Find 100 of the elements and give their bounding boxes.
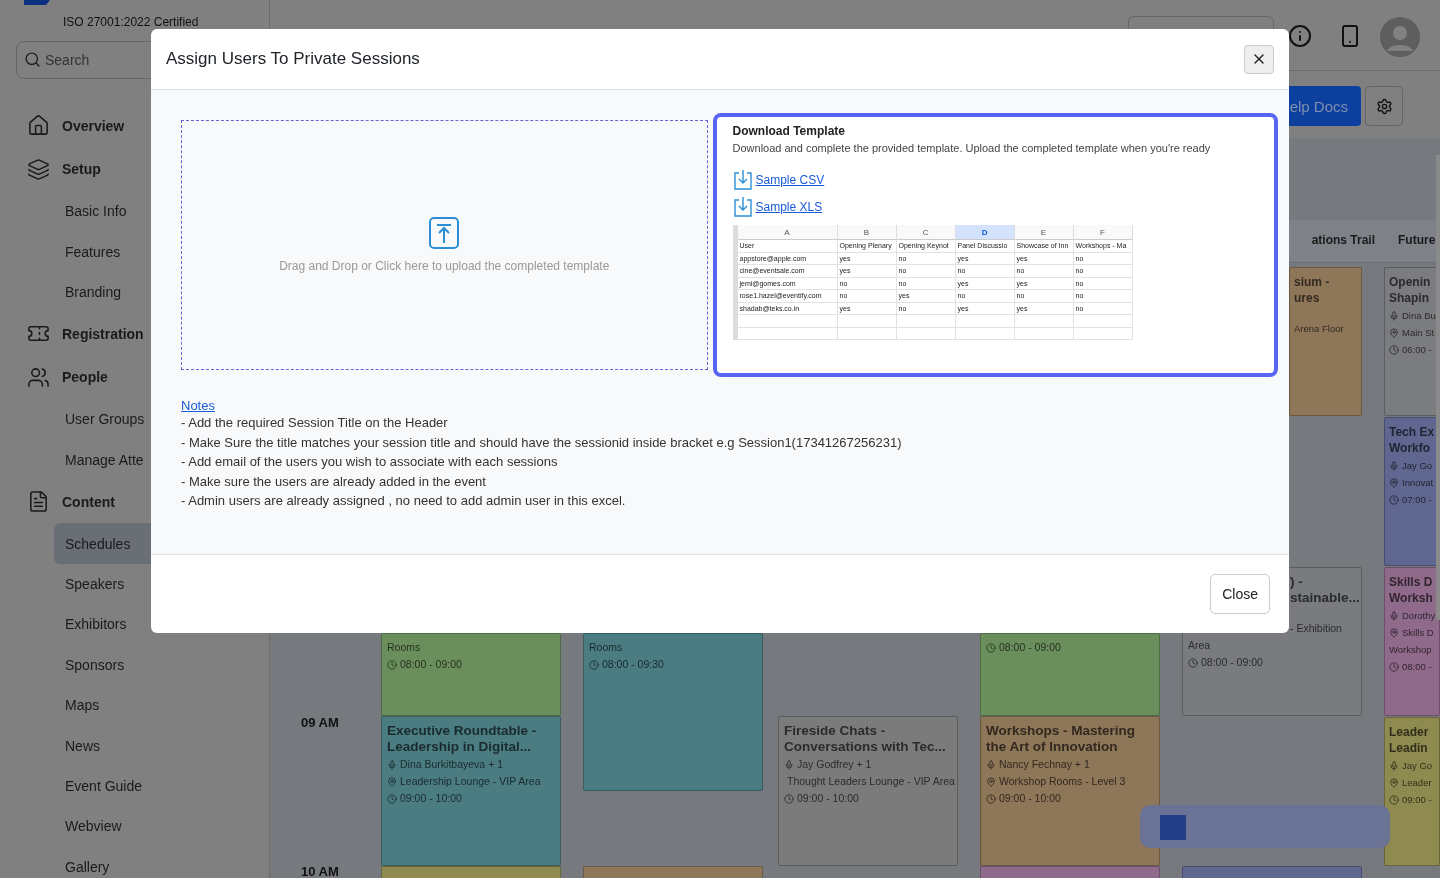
search-icon	[24, 51, 41, 68]
sample-link[interactable]: Sample XLS	[755, 199, 823, 214]
event-speaker: Jay Godfrey + 1	[784, 757, 952, 772]
nav-item[interactable]: Maps	[54, 685, 269, 726]
sample-link[interactable]: Sample CSV	[755, 172, 825, 187]
nav-label: Registration	[62, 325, 144, 342]
empty-sheet-cell	[1014, 315, 1074, 328]
event-time: 09:00 - 10:00	[387, 791, 555, 806]
event-title: Fireside Chats - Conversations with Tec...	[784, 723, 947, 755]
event-card[interactable]: Leader Leadin Jay Go Leader 09:00 -	[1384, 717, 1440, 866]
column-letter: C	[896, 225, 956, 240]
note-text: - Make sure the users are already added in the event	[181, 472, 487, 491]
vertical-scrollbar[interactable]	[1436, 155, 1440, 620]
event-title: Skills D Worksh	[1389, 574, 1434, 606]
event-card[interactable]: 08:00 - 09:00	[980, 633, 1160, 716]
clock-icon	[387, 659, 397, 670]
event-detail: Rooms	[387, 640, 422, 655]
event-speaker: Dorothy	[1389, 608, 1439, 623]
column-letter: B	[837, 225, 897, 240]
clock-icon	[986, 642, 996, 653]
event-detail: Arena Floor	[1294, 322, 1345, 336]
event-time: 08:00 -	[1389, 659, 1439, 674]
nav-item[interactable]: Sponsors	[54, 644, 269, 685]
event-title: Leader Leadin	[1389, 724, 1430, 756]
nav-item[interactable]: Event Guide	[54, 765, 269, 807]
event-card[interactable]: sium - ures Arena Floor	[1289, 267, 1362, 416]
clock-icon	[1389, 661, 1399, 672]
pin-icon	[1389, 777, 1399, 788]
event-card[interactable]: Skills D Worksh Dorothy Skills D Workshop 08:00 -	[1384, 567, 1440, 716]
event-card[interactable]: Executive Roundtable - Leadership in Digital... Dina Burkitbayeva + 1 Leadership Lounge - VIP Area 09:00 - 10:00	[381, 716, 561, 866]
empty-sheet-cell	[1073, 315, 1133, 328]
nav-item[interactable]: Webview	[54, 806, 269, 847]
close-button[interactable]	[1244, 44, 1274, 74]
clock-icon	[1389, 494, 1399, 505]
mic-icon	[1389, 460, 1399, 471]
event-card[interactable]: Fireside Chats - Conversations with Tec... Jay Godfrey + 1 Thought Leaders Lounge - VIP Area 09:00 - 10:00	[778, 716, 958, 866]
event-time: 06:00 -	[1389, 342, 1439, 357]
empty-sheet-cell	[837, 315, 897, 328]
clock-icon	[784, 793, 794, 804]
event-time: 08:00 - 09:00	[387, 657, 555, 672]
clock-icon	[1188, 657, 1198, 668]
event-time: 08:00 - 09:00	[1188, 655, 1356, 670]
event-speaker: Dina Bu	[1389, 308, 1439, 323]
note-text: - Admin users are already assigned , no need to add admin user in this excel.	[181, 492, 627, 510]
column-letter: A	[737, 225, 838, 240]
column-header: ations Trail	[1310, 233, 1375, 247]
nav-label: People	[62, 369, 108, 386]
notes-link[interactable]: Notes	[181, 398, 215, 413]
nav-icon	[27, 157, 50, 181]
time-label: 10 AM	[301, 864, 339, 878]
event-location: Innovat	[1389, 475, 1439, 490]
nav-icon	[27, 490, 50, 514]
event-time: 09:00 - 10:00	[986, 791, 1154, 806]
event-location: Leader	[1389, 775, 1439, 790]
event-time: 08:00 - 09:00	[986, 640, 1154, 655]
event-card[interactable]: Rooms 08:00 - 09:30	[583, 633, 763, 791]
event-title: Tech Ex Workfo	[1389, 424, 1436, 456]
download-icon	[732, 169, 753, 190]
column-header: Future	[1398, 233, 1437, 247]
nav-item[interactable]: Gallery	[54, 846, 269, 878]
close-button[interactable]: Close	[1210, 574, 1270, 614]
pin-icon	[387, 776, 397, 787]
upload-dropzone[interactable]: Drag and Drop or Click here to upload the completed template	[181, 120, 708, 370]
mic-icon	[784, 759, 794, 770]
template-description: Download and complete the provided template. Upload the completed template when you're ready	[732, 142, 1212, 154]
event-detail: Area	[1188, 638, 1212, 653]
mic-icon	[1389, 760, 1399, 771]
certification-text: ISO 27001:2022 Certified	[63, 15, 199, 29]
template-title: Download Template	[732, 124, 846, 138]
pin-icon	[1389, 627, 1399, 638]
event-detail: Rooms	[589, 640, 624, 655]
info-icon[interactable]	[1288, 24, 1312, 48]
download-icon	[732, 196, 753, 217]
nav-label: Content	[62, 493, 115, 510]
column-letter: F	[1073, 225, 1133, 240]
event-card[interactable]: Rooms 08:00 - 09:00	[381, 633, 561, 716]
note-text: - Add email of the users you wish to associate with each sessions	[181, 453, 559, 471]
event-speaker: Nancy Fechnay + 1	[986, 757, 1154, 772]
nav-icon	[27, 114, 50, 138]
event-title: Workshops - Mastering the Art of Innovation	[986, 723, 1137, 755]
clock-icon	[1389, 794, 1399, 805]
clock-icon	[986, 793, 996, 804]
nav-label: Setup	[62, 161, 101, 178]
gear-icon	[1375, 97, 1393, 115]
event-card[interactable]: Workshops - Mastering the Art of Innovation Nancy Fechnay + 1 Workshop Rooms - Level 3 09:00 - 10:00	[980, 716, 1160, 866]
nav-icon	[27, 365, 50, 389]
column-letter: D	[955, 225, 1015, 240]
event-time: 07:00 -	[1389, 492, 1439, 507]
note-text: - Add the required Session Title on the Header	[181, 414, 449, 432]
mic-icon	[1389, 610, 1399, 621]
event-time: 09:00 - 10:00	[784, 791, 952, 806]
settings-button[interactable]	[1365, 86, 1403, 126]
nav-label: Overview	[62, 117, 125, 134]
mic-icon	[986, 759, 996, 770]
nav-item[interactable]: News	[54, 725, 269, 766]
avatar-icon[interactable]	[1380, 17, 1420, 57]
event-detail: - Exhibition	[1290, 621, 1343, 636]
horizontal-scrollbar[interactable]	[1140, 805, 1390, 848]
event-speaker: Jay Go	[1389, 458, 1439, 473]
mic-icon	[387, 759, 397, 770]
